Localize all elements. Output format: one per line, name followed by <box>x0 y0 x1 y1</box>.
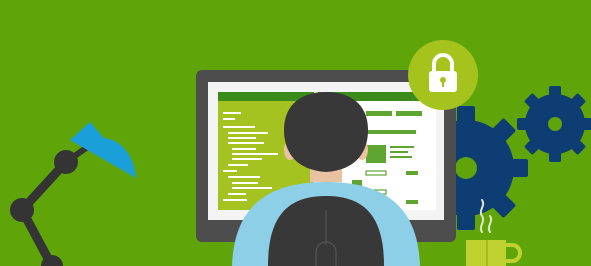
hair <box>284 92 368 172</box>
illustration-canvas <box>0 0 591 266</box>
padlock-icon <box>408 40 478 110</box>
small-gear-icon <box>517 86 591 162</box>
security-illustration <box>0 0 591 266</box>
